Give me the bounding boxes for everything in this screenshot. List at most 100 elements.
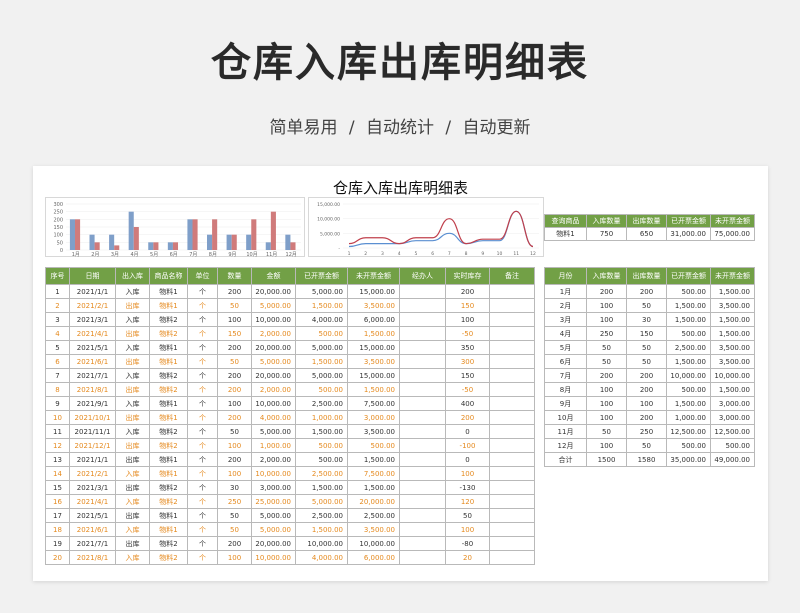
table-cell[interactable]: 12 [45, 438, 70, 453]
table-cell[interactable]: 50 [445, 508, 490, 523]
table-cell[interactable] [399, 480, 446, 495]
table-cell[interactable]: 物料2 [149, 536, 188, 551]
table-cell[interactable] [399, 522, 446, 537]
table-cell[interactable]: 200 [586, 368, 627, 383]
table-cell[interactable] [489, 424, 535, 439]
table-cell[interactable]: 200 [626, 410, 667, 425]
table-cell[interactable]: 100 [445, 466, 490, 481]
table-cell[interactable]: 出库 [115, 452, 150, 467]
table-cell[interactable]: 1,500.00 [666, 354, 711, 369]
table-cell[interactable]: 物料1 [149, 410, 188, 425]
table-cell[interactable] [489, 438, 535, 453]
table-cell[interactable]: 7,500.00 [347, 466, 400, 481]
query-value-cell[interactable]: 31,000.00 [666, 227, 711, 241]
table-cell[interactable]: 20,000.00 [251, 284, 296, 299]
table-cell[interactable]: 出库 [115, 536, 150, 551]
table-cell[interactable]: 入库 [115, 396, 150, 411]
table-cell[interactable]: 6 [45, 354, 70, 369]
table-cell[interactable]: 物料2 [149, 368, 188, 383]
table-cell[interactable]: 2021/4/1 [69, 494, 116, 509]
table-cell[interactable]: 个 [187, 480, 218, 495]
table-cell[interactable]: 200 [217, 368, 252, 383]
table-cell[interactable]: 30 [626, 312, 667, 327]
table-cell[interactable]: 4月 [544, 326, 587, 341]
table-cell[interactable]: 200 [586, 284, 627, 299]
table-cell[interactable]: 2,000.00 [251, 452, 296, 467]
table-cell[interactable]: 物料2 [149, 494, 188, 509]
table-cell[interactable]: 9 [45, 396, 70, 411]
table-cell[interactable]: 500.00 [347, 438, 400, 453]
table-cell[interactable]: 500.00 [666, 326, 711, 341]
table-cell[interactable]: 15,000.00 [347, 340, 400, 355]
table-cell[interactable]: 100 [217, 550, 252, 565]
table-cell[interactable]: 个 [187, 368, 218, 383]
total-cell[interactable]: 49,000.00 [710, 452, 755, 467]
table-cell[interactable]: 100 [217, 466, 252, 481]
table-cell[interactable]: 物料1 [149, 522, 188, 537]
table-cell[interactable]: 3,500.00 [347, 298, 400, 313]
table-cell[interactable]: 物料2 [149, 438, 188, 453]
table-cell[interactable]: 2021/8/1 [69, 550, 116, 565]
table-cell[interactable]: 10 [45, 410, 70, 425]
table-cell[interactable]: 50 [586, 424, 627, 439]
table-cell[interactable]: 6月 [544, 354, 587, 369]
table-cell[interactable]: 10,000.00 [666, 368, 711, 383]
table-cell[interactable]: 150 [445, 298, 490, 313]
table-cell[interactable]: 物料2 [149, 550, 188, 565]
total-cell[interactable]: 合计 [544, 452, 587, 467]
table-cell[interactable]: 15,000.00 [347, 368, 400, 383]
table-cell[interactable]: 物料1 [149, 284, 188, 299]
table-cell[interactable]: 100 [586, 312, 627, 327]
table-cell[interactable]: 4,000.00 [295, 312, 348, 327]
table-cell[interactable]: 10,000.00 [295, 536, 348, 551]
table-cell[interactable]: 2,500.00 [295, 396, 348, 411]
table-cell[interactable]: 物料1 [149, 508, 188, 523]
table-cell[interactable]: -100 [445, 438, 490, 453]
table-cell[interactable]: 200 [626, 368, 667, 383]
table-cell[interactable]: 1,500.00 [666, 396, 711, 411]
table-cell[interactable]: 2021/7/1 [69, 536, 116, 551]
table-cell[interactable] [399, 536, 446, 551]
table-cell[interactable]: 9月 [544, 396, 587, 411]
table-cell[interactable] [489, 326, 535, 341]
table-cell[interactable]: 20,000.00 [251, 368, 296, 383]
table-cell[interactable]: 3,000.00 [347, 410, 400, 425]
table-cell[interactable] [489, 536, 535, 551]
table-cell[interactable] [489, 354, 535, 369]
table-cell[interactable]: 200 [626, 382, 667, 397]
table-cell[interactable] [489, 522, 535, 537]
table-cell[interactable]: 200 [217, 410, 252, 425]
table-cell[interactable]: 100 [586, 410, 627, 425]
table-cell[interactable]: 11 [45, 424, 70, 439]
table-cell[interactable]: 10,000.00 [710, 368, 755, 383]
table-cell[interactable]: 入库 [115, 368, 150, 383]
table-cell[interactable]: 4,000.00 [295, 550, 348, 565]
table-cell[interactable]: 3,500.00 [710, 354, 755, 369]
table-cell[interactable]: 1,500.00 [347, 452, 400, 467]
table-cell[interactable]: 个 [187, 382, 218, 397]
table-cell[interactable]: 120 [445, 494, 490, 509]
table-cell[interactable]: 个 [187, 424, 218, 439]
table-cell[interactable] [399, 382, 446, 397]
table-cell[interactable]: 出库 [115, 298, 150, 313]
table-cell[interactable]: 个 [187, 410, 218, 425]
table-cell[interactable]: 17 [45, 508, 70, 523]
table-cell[interactable]: 2021/6/1 [69, 354, 116, 369]
table-cell[interactable]: 0 [445, 424, 490, 439]
table-cell[interactable]: 1,500.00 [295, 354, 348, 369]
table-cell[interactable]: 3,500.00 [347, 522, 400, 537]
table-cell[interactable]: -50 [445, 326, 490, 341]
table-cell[interactable] [399, 298, 446, 313]
table-cell[interactable]: 1,000.00 [666, 410, 711, 425]
table-cell[interactable]: 物料2 [149, 326, 188, 341]
table-cell[interactable] [399, 410, 446, 425]
table-cell[interactable]: 3,000.00 [251, 480, 296, 495]
table-cell[interactable]: 50 [626, 354, 667, 369]
table-cell[interactable] [399, 424, 446, 439]
table-cell[interactable]: 2021/4/1 [69, 326, 116, 341]
table-cell[interactable] [399, 466, 446, 481]
table-cell[interactable]: 100 [626, 396, 667, 411]
table-cell[interactable]: 5,000.00 [295, 368, 348, 383]
table-cell[interactable]: 200 [626, 284, 667, 299]
table-cell[interactable]: 30 [217, 480, 252, 495]
